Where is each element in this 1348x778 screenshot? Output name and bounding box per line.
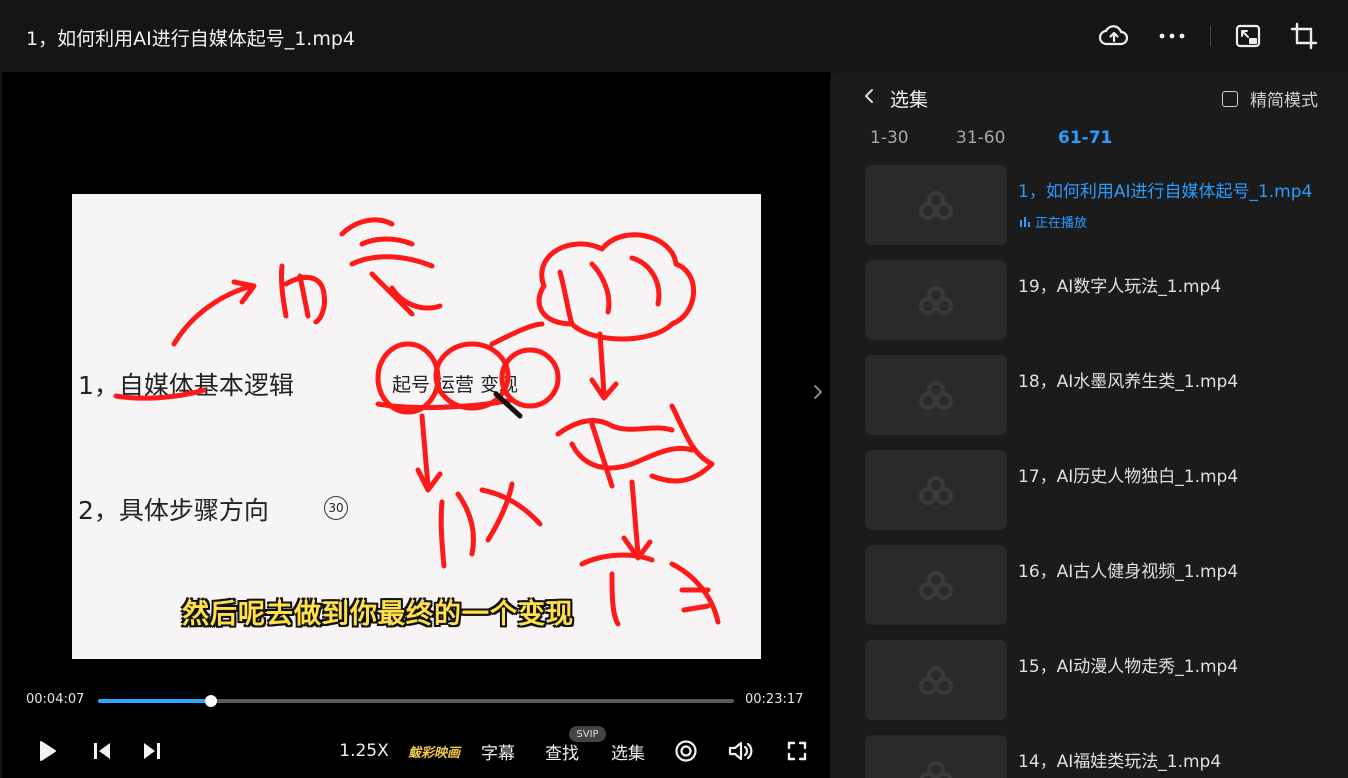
play-button[interactable] <box>32 736 64 766</box>
next-button[interactable] <box>136 736 168 766</box>
total-time: 00:23:17 <box>745 692 804 707</box>
skip-previous-icon <box>94 743 110 759</box>
target-icon <box>675 740 697 762</box>
tab-range-1-30[interactable]: 1-30 <box>870 128 909 148</box>
cloud-logo-icon <box>919 381 953 410</box>
now-playing-indicator: 正在播放 <box>1020 212 1087 231</box>
episode-title: 19，AI数字人玩法_1.mp4 <box>1018 277 1222 297</box>
episode-title: 17，AI历史人物独白_1.mp4 <box>1018 467 1239 487</box>
brand-logo[interactable]: 鲅彩映画 <box>402 736 466 766</box>
episode-item[interactable]: 19，AI数字人玩法_1.mp4 <box>865 260 1335 340</box>
current-time: 00:04:07 <box>26 692 85 707</box>
chevron-left-icon[interactable] <box>864 84 880 108</box>
skip-next-icon <box>144 743 160 759</box>
quality-button[interactable] <box>670 736 702 766</box>
video-subtitle: 然后呢去做到你最终的一个变现 <box>182 599 574 630</box>
crop-window-icon[interactable] <box>1288 20 1320 52</box>
episode-title: 14，AI福娃类玩法_1.mp4 <box>1018 752 1222 772</box>
toolbar-divider <box>1210 26 1211 46</box>
episode-thumbnail <box>865 545 1007 625</box>
subtitles-button[interactable]: 字幕 <box>476 736 520 766</box>
episode-thumbnail <box>865 165 1007 245</box>
compact-mode-checkbox[interactable]: 精简模式 <box>1222 86 1318 111</box>
episodes-button[interactable]: 选集 <box>606 736 650 766</box>
episode-item[interactable]: 18，AI水墨风养生类_1.mp4 <box>865 355 1335 435</box>
episode-item[interactable]: 14，AI福娃类玩法_1.mp4 <box>865 735 1335 778</box>
episode-thumbnail <box>865 450 1007 530</box>
cloud-logo-icon <box>919 761 953 778</box>
speed-button[interactable]: 1.25X <box>336 736 392 766</box>
video-title: 1，如何利用AI进行自媒体起号_1.mp4 <box>26 28 355 50</box>
episode-item[interactable]: 15，AI动漫人物走秀_1.mp4 <box>865 640 1335 720</box>
compact-mode-label: 精简模式 <box>1250 91 1318 111</box>
volume-icon <box>728 741 753 761</box>
episode-title: 1，如何利用AI进行自媒体起号_1.mp4 <box>1018 182 1313 202</box>
checkbox-icon <box>1222 90 1238 107</box>
previous-button[interactable] <box>86 736 118 766</box>
red-annotations <box>113 217 721 627</box>
episode-title: 16，AI古人健身视频_1.mp4 <box>1018 562 1239 582</box>
cloud-logo-icon <box>919 476 953 505</box>
equalizer-icon <box>1020 216 1030 227</box>
cloud-logo-icon <box>919 286 953 315</box>
video-frame[interactable]: 1，自媒体基本逻辑 起号 运营 变现 2，具体步骤方向 30 然后呢去做到你最终… <box>72 194 761 659</box>
more-icon[interactable] <box>1156 20 1188 52</box>
chevron-right-icon[interactable] <box>810 380 826 404</box>
picture-in-picture-icon[interactable] <box>1232 20 1264 52</box>
progress-fill <box>98 699 211 703</box>
episode-thumbnail <box>865 355 1007 435</box>
episode-title: 18，AI水墨风养生类_1.mp4 <box>1018 372 1239 392</box>
episode-item[interactable]: 1，如何利用AI进行自媒体起号_1.mp4 正在播放 <box>865 165 1335 245</box>
title-bar: 1，如何利用AI进行自媒体起号_1.mp4 <box>0 0 1348 72</box>
tab-range-31-60[interactable]: 31-60 <box>956 128 1005 148</box>
play-icon <box>40 741 56 761</box>
episode-thumbnail <box>865 640 1007 720</box>
cloud-upload-icon[interactable] <box>1098 20 1130 52</box>
progress-bar[interactable] <box>98 695 734 707</box>
fullscreen-icon <box>787 741 807 761</box>
episode-thumbnail <box>865 260 1007 340</box>
volume-button[interactable] <box>724 736 758 766</box>
episode-title: 15，AI动漫人物走秀_1.mp4 <box>1018 657 1239 677</box>
svip-badge: SVIP <box>569 726 606 742</box>
episode-item[interactable]: 17，AI历史人物独白_1.mp4 <box>865 450 1335 530</box>
cloud-logo-icon <box>919 666 953 695</box>
tab-range-61-71[interactable]: 61-71 <box>1058 128 1112 148</box>
now-playing-label: 正在播放 <box>1035 216 1088 231</box>
episode-thumbnail <box>865 735 1007 778</box>
cloud-logo-icon <box>919 571 953 600</box>
progress-thumb[interactable] <box>204 695 217 707</box>
episode-panel: 选集 精简模式 1-30 31-60 61-71 1，如何利用AI进行自媒体起号… <box>830 72 1348 778</box>
panel-title: 选集 <box>890 89 929 111</box>
cloud-logo-icon <box>919 191 953 220</box>
fullscreen-button[interactable] <box>782 736 812 766</box>
video-player[interactable]: 1，自媒体基本逻辑 起号 运营 变现 2，具体步骤方向 30 然后呢去做到你最终… <box>2 72 830 778</box>
episode-item[interactable]: 16，AI古人健身视频_1.mp4 <box>865 545 1335 625</box>
